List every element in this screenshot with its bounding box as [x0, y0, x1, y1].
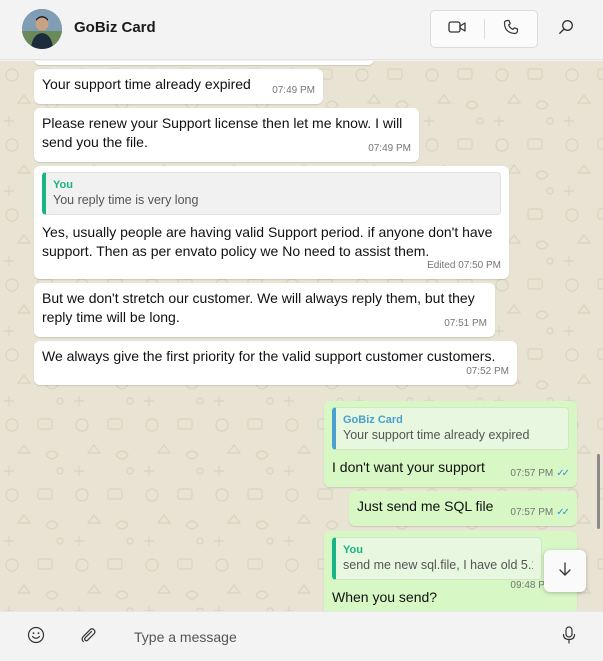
paperclip-icon	[79, 626, 97, 649]
message-bubble-outgoing[interactable]: GoBiz Card Your support time already exp…	[324, 401, 577, 487]
contact-name[interactable]: GoBiz Card	[74, 19, 156, 36]
quote-author: GoBiz Card	[343, 414, 403, 426]
message-time: 07:51 PM	[444, 318, 487, 329]
message-bubble-partial	[34, 61, 374, 65]
emoji-icon	[27, 626, 45, 649]
message-time: 07:57 PM	[510, 468, 554, 479]
quote-author: You	[53, 179, 73, 191]
quote-text: Your support time already expired	[343, 428, 530, 442]
scroll-to-bottom-button[interactable]	[544, 550, 586, 592]
message-meta: 07:57 PM ✓✓	[510, 503, 570, 522]
message-bubble-incoming[interactable]: Please renew your Support license then l…	[34, 108, 419, 162]
call-button-group	[430, 10, 538, 48]
message-time: Edited 07:50 PM	[427, 260, 501, 271]
message-text: But we don't stretch our customer. We wi…	[42, 290, 475, 325]
voice-call-button[interactable]	[485, 11, 538, 47]
scrollbar-thumb[interactable]	[597, 454, 600, 529]
double-check-icon: ✓✓	[556, 468, 570, 479]
message-time: 07:57 PM	[510, 507, 554, 518]
message-text: Please renew your Support license then l…	[42, 115, 403, 150]
message-bubble-incoming[interactable]: We always give the first priority for th…	[34, 341, 517, 385]
message-bubble-outgoing[interactable]: Just send me SQL file 07:57 PM ✓✓	[349, 491, 577, 526]
video-camera-icon	[448, 20, 466, 39]
double-check-icon: ✓✓	[556, 507, 570, 518]
voice-message-button[interactable]	[557, 625, 581, 649]
message-list[interactable]: Your support time already expired 07:49 …	[0, 61, 603, 611]
quote-text: send me new sql.file, I have old 5.1.4 v…	[343, 558, 533, 572]
message-time: 07:49 PM	[272, 85, 315, 96]
emoji-button[interactable]	[24, 625, 48, 649]
chat-header: GoBiz Card	[0, 0, 603, 60]
attach-button[interactable]	[76, 625, 100, 649]
message-bubble-incoming[interactable]: But we don't stretch our customer. We wi…	[34, 283, 495, 337]
arrow-down-icon	[557, 561, 573, 582]
video-call-button[interactable]	[431, 11, 484, 47]
message-time: 07:49 PM	[368, 143, 411, 154]
message-input[interactable]	[126, 622, 546, 652]
avatar[interactable]	[22, 9, 62, 49]
quoted-message[interactable]: GoBiz Card Your support time already exp…	[332, 407, 569, 450]
message-time: 07:52 PM	[466, 366, 509, 377]
message-bubble-incoming[interactable]: Your support time already expired 07:49 …	[34, 69, 323, 104]
quote-author: You	[343, 544, 363, 556]
message-meta: 07:57 PM ✓✓	[510, 464, 570, 483]
quote-text: You reply time is very long	[53, 193, 199, 207]
microphone-icon	[561, 625, 577, 649]
quoted-message[interactable]: You You reply time is very long	[42, 172, 501, 215]
search-button[interactable]	[553, 16, 579, 42]
message-bubble-incoming[interactable]: You You reply time is very long Yes, usu…	[34, 166, 509, 279]
search-icon	[558, 19, 574, 40]
message-composer	[0, 611, 603, 661]
quoted-message[interactable]: You send me new sql.file, I have old 5.1…	[332, 537, 542, 580]
message-text: We always give the first priority for th…	[42, 348, 496, 364]
phone-icon	[503, 19, 519, 40]
message-bubble-outgoing[interactable]: You send me new sql.file, I have old 5.1…	[324, 531, 577, 611]
